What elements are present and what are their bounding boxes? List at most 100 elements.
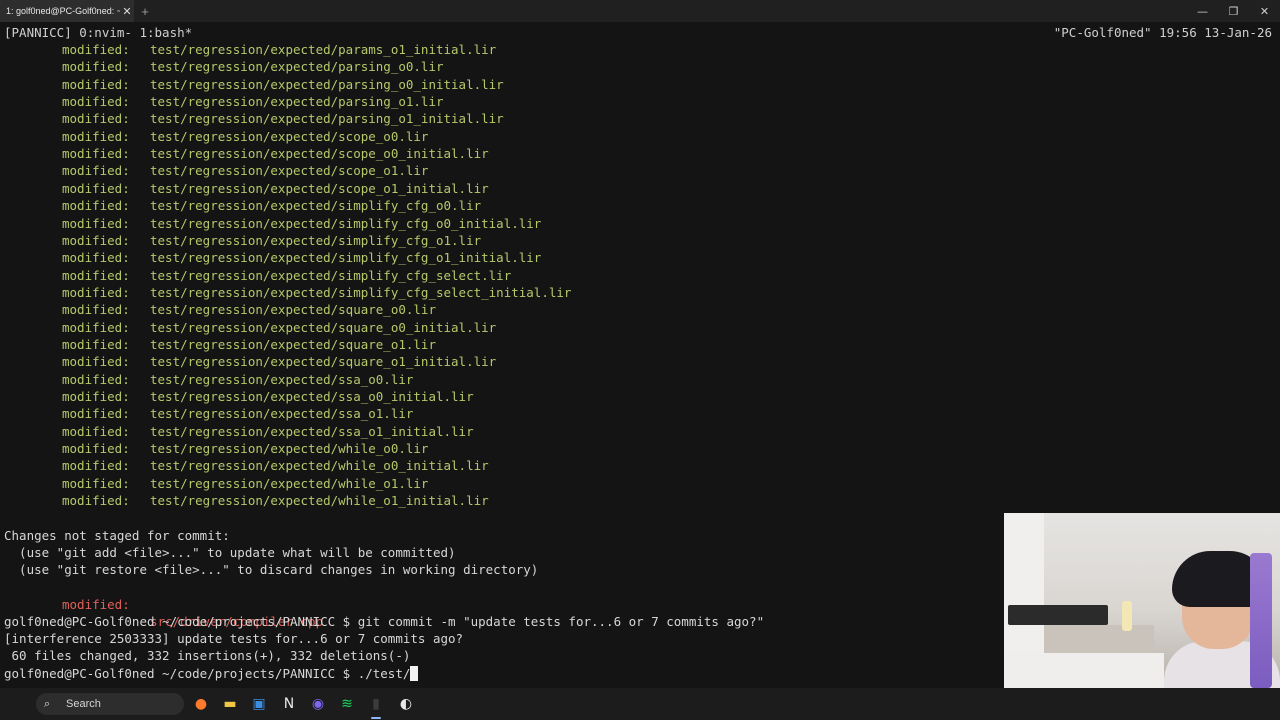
modified-path: test/regression/expected/while_o1.lir xyxy=(150,475,429,491)
commit-result-line: [interference 2503333] update tests for.… xyxy=(4,631,464,646)
tmux-window-list: [PANNICC] 0:nvim- 1:bash* xyxy=(4,25,193,40)
discord-icon[interactable]: ◉ xyxy=(309,695,327,713)
tab-title: 1: golf0ned@PC-Golf0ned: ~ xyxy=(6,6,120,16)
modified-path: test/regression/expected/ssa_o0.lir xyxy=(150,371,414,387)
modified-path: test/regression/expected/simplify_cfg_se… xyxy=(150,284,572,300)
modified-path: test/regression/expected/square_o1_initi… xyxy=(150,354,497,370)
modified-path: test/regression/expected/simplify_cfg_o1… xyxy=(150,232,482,248)
staged-file-row: modified: test/regression/expected/params… xyxy=(0,41,700,58)
title-bar: 1: golf0ned@PC-Golf0ned: ~ ✕ + — ❐ ✕ xyxy=(0,0,1280,22)
staged-file-row: modified: test/regression/expected/square… xyxy=(0,353,700,370)
modified-label: modified: xyxy=(62,42,130,57)
staged-file-row: modified: test/regression/expected/while_… xyxy=(0,475,700,492)
staged-file-row: modified: test/regression/expected/simpli… xyxy=(0,215,700,232)
minimize-button[interactable]: — xyxy=(1187,0,1218,22)
search-icon: ⌕ xyxy=(44,697,51,710)
staged-file-row: modified: test/regression/expected/parsin… xyxy=(0,110,700,127)
close-window-button[interactable]: ✕ xyxy=(1249,0,1280,22)
modified-label: modified: xyxy=(62,458,130,474)
modified-label: modified: xyxy=(62,319,130,335)
modified-label: modified: xyxy=(62,493,130,509)
modified-label: modified: xyxy=(62,441,130,457)
spotify-icon[interactable]: ≋ xyxy=(338,695,356,713)
modified-label: modified: xyxy=(62,475,130,491)
modified-path: test/regression/expected/scope_o0_initia… xyxy=(150,146,489,162)
webcam-bed xyxy=(1004,653,1164,688)
modified-path: test/regression/expected/while_o0_initia… xyxy=(150,458,489,474)
terminal-icon[interactable]: ▮ xyxy=(367,695,385,713)
tmux-host-clock: "PC-Golf0ned" 19:56 13-Jan-26 xyxy=(1053,25,1272,40)
modified-label: modified: xyxy=(62,423,130,439)
tab-close-icon[interactable]: ✕ xyxy=(120,5,134,18)
modified-label: modified: xyxy=(62,111,130,127)
modified-label: modified: xyxy=(62,76,130,92)
remote-desktop-icon[interactable]: ▣ xyxy=(250,695,268,713)
staged-file-row: modified: test/regression/expected/ssa_o0… xyxy=(0,388,700,405)
webcam-lamp xyxy=(1122,601,1132,631)
modified-label: modified: xyxy=(62,389,130,404)
webcam-overlay xyxy=(1004,513,1280,688)
modified-label: modified: xyxy=(62,59,130,75)
staged-file-row: modified: test/regression/expected/simpli… xyxy=(0,232,700,249)
staged-file-row: modified: test/regression/expected/scope_… xyxy=(0,180,700,197)
file-explorer-icon[interactable]: ▬ xyxy=(221,695,239,713)
staged-file-row: modified: test/regression/expected/square… xyxy=(0,301,700,318)
modified-path: test/regression/expected/simplify_cfg_o1… xyxy=(150,250,542,266)
modified-path: test/regression/expected/parsing_o0_init… xyxy=(150,76,504,92)
new-tab-button[interactable]: + xyxy=(134,4,156,19)
staged-file-row: modified: test/regression/expected/scope_… xyxy=(0,145,700,162)
modified-path: test/regression/expected/ssa_o1.lir xyxy=(150,406,414,422)
modified-path: test/regression/expected/parsing_o1.lir xyxy=(150,94,444,110)
modified-label: modified: xyxy=(62,250,130,266)
staged-file-row: modified: test/regression/expected/simpli… xyxy=(0,267,700,284)
modified-label: modified: xyxy=(62,198,130,214)
staged-file-row: modified: test/regression/expected/simpli… xyxy=(0,197,700,214)
modified-label: modified: xyxy=(62,180,130,196)
prompt-line[interactable]: golf0ned@PC-Golf0ned ~/code/projects/PAN… xyxy=(4,665,419,682)
modified-path: test/regression/expected/ssa_o0_initial.… xyxy=(150,389,474,404)
modified-path: test/regression/expected/scope_o1_initia… xyxy=(150,180,489,196)
modified-path: test/regression/expected/parsing_o1_init… xyxy=(150,111,504,127)
unstaged-header: Changes not staged for commit: xyxy=(4,528,230,543)
staged-file-row: modified: test/regression/expected/while_… xyxy=(0,440,700,457)
modified-path: test/regression/expected/square_o0.lir xyxy=(150,302,436,318)
staged-file-row: modified: test/regression/expected/scope_… xyxy=(0,128,700,145)
taskbar: ⌕ Search ● ▬ ▣ N ◉ ≋ ▮ ◐ xyxy=(0,688,1280,720)
modified-path: test/regression/expected/parsing_o0.lir xyxy=(150,59,444,75)
modified-path: test/regression/expected/square_o1.lir xyxy=(150,336,436,352)
notion-icon[interactable]: N xyxy=(280,695,298,713)
modified-path: test/regression/expected/scope_o0.lir xyxy=(150,128,429,144)
modified-path: test/regression/expected/while_o1_initia… xyxy=(150,493,489,509)
staged-file-row: modified: test/regression/expected/parsin… xyxy=(0,93,700,110)
start-button[interactable] xyxy=(12,695,29,712)
modified-label: modified: xyxy=(62,146,130,162)
modified-path: test/regression/expected/params_o1_initi… xyxy=(150,42,497,57)
modified-label: modified: xyxy=(62,232,130,248)
taskbar-search[interactable]: ⌕ Search xyxy=(36,693,184,715)
staged-file-row: modified: test/regression/expected/ssa_o1… xyxy=(0,405,700,422)
prompt-input[interactable]: golf0ned@PC-Golf0ned ~/code/projects/PAN… xyxy=(4,666,410,681)
modified-label: modified: xyxy=(62,267,130,283)
modified-path: test/regression/expected/simplify_cfg_o0… xyxy=(150,215,542,231)
staged-file-row: modified: test/regression/expected/square… xyxy=(0,336,700,353)
modified-label: modified: xyxy=(62,163,130,179)
modified-path: test/regression/expected/while_o0.lir xyxy=(150,441,429,457)
staged-file-row: modified: test/regression/expected/while_… xyxy=(0,457,700,474)
modified-path: test/regression/expected/simplify_cfg_o0… xyxy=(150,198,482,214)
modified-label: modified: xyxy=(62,406,130,422)
terminal-tab[interactable]: 1: golf0ned@PC-Golf0ned: ~ ✕ xyxy=(0,0,134,22)
git-restore-hint: (use "git restore <file>..." to discard … xyxy=(4,562,539,577)
modified-path: test/regression/expected/simplify_cfg_se… xyxy=(150,267,512,283)
webcam-pc-tower xyxy=(1250,553,1272,688)
staged-file-row: modified: test/regression/expected/parsin… xyxy=(0,58,700,75)
active-app-indicator xyxy=(371,717,381,719)
staged-file-row: modified: test/regression/expected/ssa_o1… xyxy=(0,423,700,440)
restore-button[interactable]: ❐ xyxy=(1218,0,1249,22)
staged-file-row: modified: test/regression/expected/simpli… xyxy=(0,284,700,301)
modified-label: modified: xyxy=(62,94,130,110)
github-icon[interactable]: ◐ xyxy=(397,695,415,713)
staged-file-row: modified: test/regression/expected/square… xyxy=(0,319,700,336)
staged-file-row: modified: test/regression/expected/while_… xyxy=(0,492,700,509)
search-label: Search xyxy=(66,698,101,710)
firefox-icon[interactable]: ● xyxy=(192,695,210,713)
